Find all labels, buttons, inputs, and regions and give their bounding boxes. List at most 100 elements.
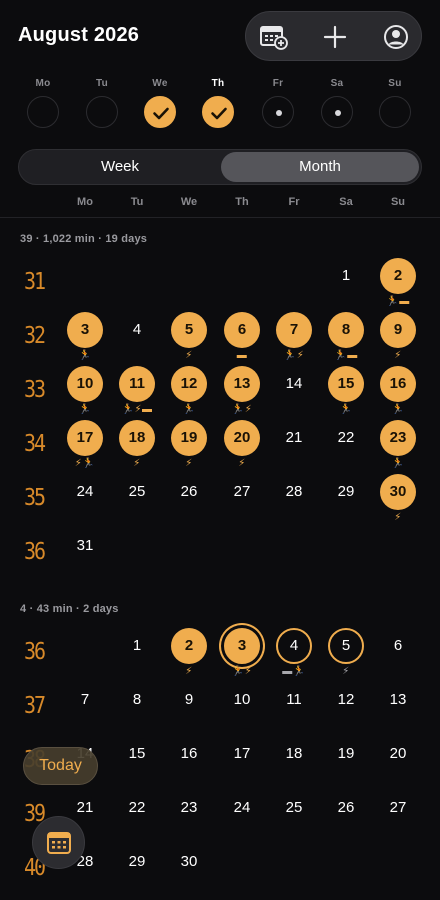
day-cell[interactable]: 18 <box>272 736 316 788</box>
day-cell[interactable]: 7 <box>63 682 107 734</box>
week-number: 37 <box>24 691 46 719</box>
day-cell[interactable]: 21 <box>272 420 316 472</box>
activity-icons: ▬ <box>236 350 248 361</box>
day-cell[interactable]: 1 <box>115 628 159 680</box>
day-number: 25 <box>285 799 303 816</box>
day-cell[interactable]: 3 🏃⚡ <box>220 628 264 680</box>
day-cell[interactable]: 10 🏃 <box>63 366 107 418</box>
day-cell[interactable]: 20 <box>376 736 420 788</box>
week-strip-day-label: Tu <box>95 78 109 89</box>
day-cell[interactable]: 30 <box>167 844 211 896</box>
day-number: 8 <box>328 312 364 348</box>
day-cell[interactable]: 15 🏃 <box>324 366 368 418</box>
week-strip-day-label: Mo <box>35 78 51 89</box>
day-cell[interactable]: 25 <box>272 790 316 842</box>
day-cell[interactable]: 6 <box>376 628 420 680</box>
day-cell[interactable]: 29 <box>115 844 159 896</box>
week-strip-day[interactable]: Th <box>201 78 235 128</box>
day-cell[interactable]: 15 <box>115 736 159 788</box>
day-cell[interactable]: 13 <box>376 682 420 734</box>
day-cell[interactable]: 22 <box>324 420 368 472</box>
day-cell[interactable]: 5 ⚡ <box>324 628 368 680</box>
week-strip-day[interactable]: Tu <box>85 78 119 128</box>
day-cell[interactable]: 23 <box>167 790 211 842</box>
day-number: 29 <box>337 483 355 500</box>
day-number: 11 <box>119 366 155 402</box>
week-strip-day[interactable]: Su <box>378 78 412 128</box>
day-cell[interactable]: 20 ⚡ <box>220 420 264 472</box>
day-cell[interactable]: 29 <box>324 474 368 526</box>
day-cell[interactable]: 16 🏃 <box>376 366 420 418</box>
day-cell[interactable]: 2 🏃▬ <box>376 258 420 310</box>
day-cell[interactable]: 24 <box>220 790 264 842</box>
day-cell[interactable]: 13 🏃⚡ <box>220 366 264 418</box>
day-cell[interactable]: 26 <box>324 790 368 842</box>
weekday-header: Fr <box>288 196 300 208</box>
tab-month[interactable]: Month <box>221 152 419 182</box>
day-cell[interactable]: 28 <box>272 474 316 526</box>
day-cell[interactable]: 17 <box>220 736 264 788</box>
day-cell[interactable]: 11 🏃⚡▬ <box>115 366 159 418</box>
activity-icons: 🏃▬ <box>386 296 410 307</box>
day-cell[interactable]: 11 <box>272 682 316 734</box>
activity-icons: ⚡ <box>238 458 246 469</box>
day-cell[interactable]: 24 <box>63 474 107 526</box>
week-number: 36 <box>24 537 46 565</box>
day-cell[interactable]: 4 <box>115 312 159 364</box>
day-cell[interactable]: 6 ▬ <box>220 312 264 364</box>
day-cell[interactable]: 4 ▬🏃 <box>272 628 316 680</box>
day-cell[interactable]: 8 <box>115 682 159 734</box>
day-number: 11 <box>286 691 302 708</box>
week-number: 31 <box>24 267 46 295</box>
plus-icon[interactable] <box>322 24 348 50</box>
week-strip-day[interactable]: Fr <box>261 78 295 128</box>
tab-week[interactable]: Week <box>21 152 219 182</box>
day-cell[interactable]: 10 <box>220 682 264 734</box>
day-number: 10 <box>67 366 103 402</box>
day-cell[interactable]: 8 🏃▬ <box>324 312 368 364</box>
calendar-add-icon[interactable] <box>260 24 288 50</box>
day-cell[interactable]: 9 ⚡ <box>376 312 420 364</box>
week-strip-day[interactable]: We <box>143 78 177 128</box>
weekday-header: Su <box>390 196 406 208</box>
weekday-header: Tu <box>130 196 144 208</box>
day-cell[interactable]: 12 <box>324 682 368 734</box>
calendar-button[interactable] <box>32 816 85 869</box>
day-cell[interactable]: 26 <box>167 474 211 526</box>
day-cell[interactable]: 2 ⚡ <box>167 628 211 680</box>
day-number: 23 <box>180 799 198 816</box>
day-cell[interactable]: 5 ⚡ <box>167 312 211 364</box>
day-cell[interactable]: 16 <box>167 736 211 788</box>
day-cell[interactable]: 1 <box>324 258 368 310</box>
day-cell[interactable]: 22 <box>115 790 159 842</box>
day-cell[interactable]: 27 <box>376 790 420 842</box>
day-number: 2 <box>380 258 416 294</box>
day-cell[interactable]: 9 <box>167 682 211 734</box>
day-cell[interactable]: 18 ⚡ <box>115 420 159 472</box>
today-button[interactable]: Today <box>23 747 98 785</box>
day-cell[interactable]: 31 <box>63 528 107 580</box>
day-cell[interactable]: 19 ⚡ <box>167 420 211 472</box>
activity-icons: 🏃▬ <box>334 350 358 361</box>
day-cell[interactable]: 19 <box>324 736 368 788</box>
day-cell[interactable]: 14 <box>272 366 316 418</box>
day-number: 5 <box>328 628 364 664</box>
day-cell[interactable]: 17 ⚡🏃 <box>63 420 107 472</box>
activity-icons: ⚡ <box>342 666 350 677</box>
day-cell[interactable]: 27 <box>220 474 264 526</box>
day-cell[interactable]: 3 🏃 <box>63 312 107 364</box>
day-number: 16 <box>380 366 416 402</box>
day-cell[interactable]: 30 ⚡ <box>376 474 420 526</box>
day-number: 5 <box>171 312 207 348</box>
day-number: 22 <box>128 799 146 816</box>
day-cell[interactable]: 25 <box>115 474 159 526</box>
week-strip-day[interactable]: Mo <box>26 78 60 128</box>
profile-icon[interactable] <box>383 24 409 50</box>
week-strip-day-status <box>262 96 294 128</box>
day-cell[interactable]: 12 🏃 <box>167 366 211 418</box>
week-strip-day[interactable]: Sa <box>320 78 354 128</box>
day-number: 30 <box>180 853 198 870</box>
day-cell[interactable]: 23 🏃 <box>376 420 420 472</box>
day-cell[interactable]: 7 🏃⚡ <box>272 312 316 364</box>
day-number: 17 <box>233 745 251 762</box>
